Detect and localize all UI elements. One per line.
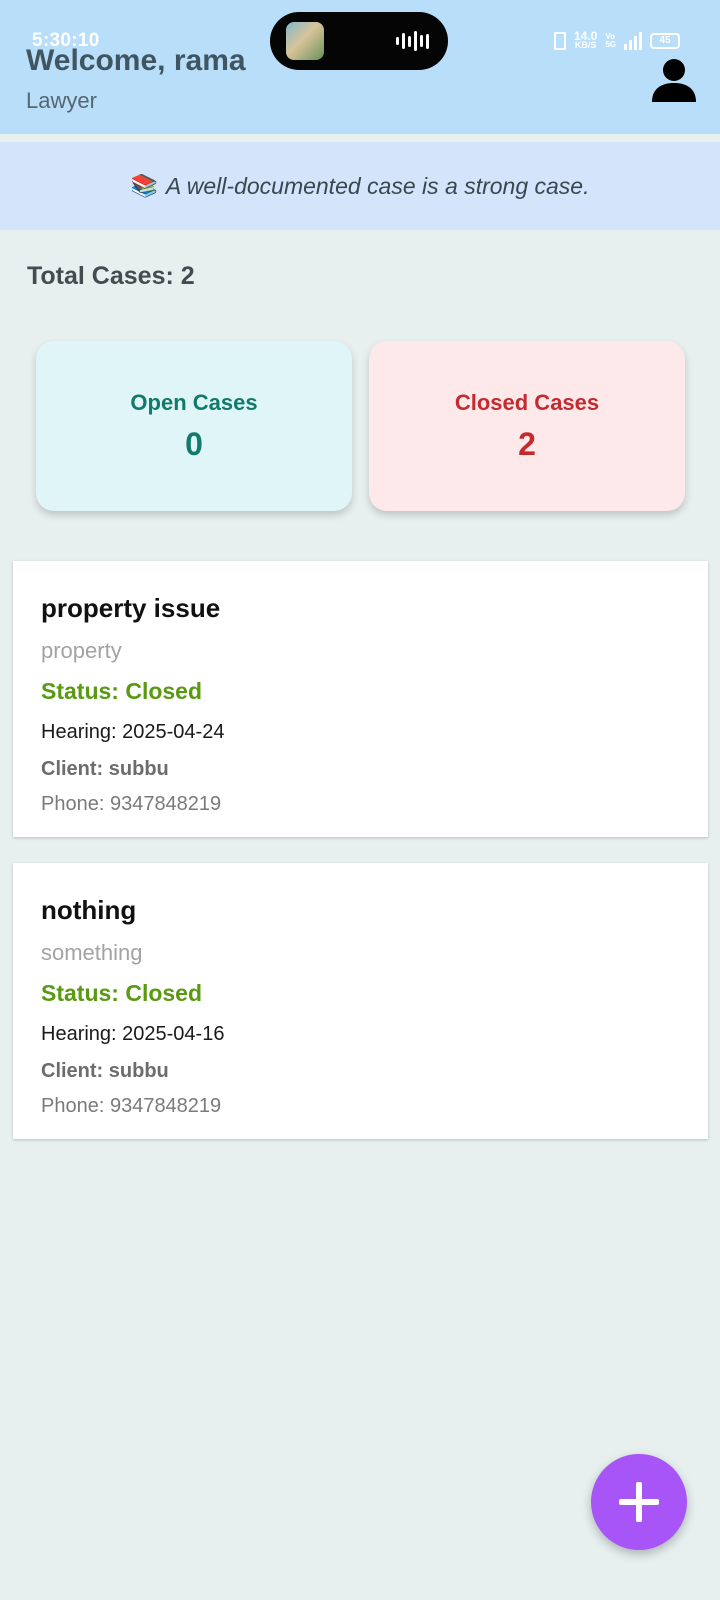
case-category: property (41, 638, 122, 663)
open-cases-label: Open Cases (130, 389, 258, 415)
case-card[interactable]: nothing something Status: Closed Hearing… (13, 863, 708, 1139)
case-title: nothing (41, 895, 137, 925)
total-cases: Total Cases: 2 (27, 262, 195, 290)
case-client: Client: subbu (41, 758, 169, 780)
case-card[interactable]: property issue property Status: Closed H… (13, 561, 708, 837)
case-hearing-date: Hearing: 2025-04-16 (41, 1023, 225, 1045)
media-thumbnail (286, 22, 324, 60)
open-cases-card[interactable]: Open Cases 0 (36, 341, 352, 511)
app-header: 5:30:10 14.0 KB/S Vo 5G 45 Welcome, rama L… (0, 0, 720, 134)
closed-cases-count: 2 (518, 425, 536, 462)
closed-cases-label: Closed Cases (454, 389, 600, 415)
case-phone: Phone: 9347848219 (41, 793, 222, 815)
dynamic-island[interactable] (270, 12, 448, 70)
closed-cases-card[interactable]: Closed Cases 2 (369, 341, 685, 511)
status-icons: 14.0 KB/S Vo 5G 45 (553, 29, 680, 52)
signal-icon (624, 32, 642, 50)
case-status: Status: Closed (41, 678, 203, 704)
volte-icon: Vo 5G (605, 32, 616, 49)
books-icon: 📚 (130, 173, 158, 198)
quote-banner: 📚 A well-documented case is a strong cas… (0, 142, 720, 230)
case-client: Client: subbu (41, 1060, 169, 1082)
case-hearing-date: Hearing: 2025-04-24 (41, 721, 225, 743)
welcome-title: Welcome, rama (26, 44, 246, 77)
plus-icon (619, 1482, 659, 1522)
battery-icon: 45 (650, 33, 680, 49)
user-role: Lawyer (26, 88, 97, 113)
person-icon[interactable] (652, 58, 696, 102)
net-speed: 14.0 KB/S (573, 29, 598, 50)
audio-wave-icon (396, 31, 430, 51)
case-phone: Phone: 9347848219 (41, 1095, 222, 1117)
open-cases-count: 0 (185, 425, 203, 462)
case-status: Status: Closed (41, 980, 203, 1006)
case-title: property issue (41, 593, 221, 623)
add-case-button[interactable] (591, 1454, 687, 1550)
vibrate-icon (553, 32, 566, 50)
quote-text: A well-documented case is a strong case. (165, 172, 590, 199)
case-category: something (41, 940, 143, 965)
